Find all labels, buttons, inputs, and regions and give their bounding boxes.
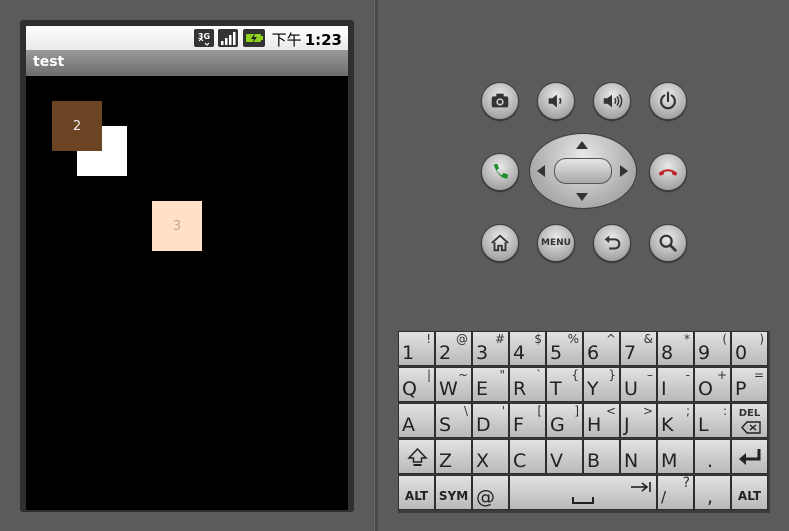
key-t[interactable]: T{ xyxy=(546,367,583,402)
back-icon xyxy=(604,235,621,250)
key-4[interactable]: 4 $ xyxy=(509,331,546,366)
enter-key[interactable] xyxy=(731,439,768,474)
key-5[interactable]: 5% xyxy=(546,331,583,366)
box-3[interactable]: 3 xyxy=(152,201,202,251)
key-8[interactable]: 8 * xyxy=(657,331,694,366)
home-icon xyxy=(491,234,509,252)
volume-up-icon xyxy=(603,94,623,108)
key-y[interactable]: Y} xyxy=(583,367,620,402)
key-z[interactable]: Z xyxy=(435,439,472,474)
panel-separator xyxy=(374,0,378,531)
camera-icon xyxy=(491,93,509,108)
space-icon xyxy=(572,497,594,504)
key-f[interactable]: F[ xyxy=(509,403,546,438)
3g-data-icon: 3G xyxy=(194,29,214,47)
call-button[interactable] xyxy=(481,153,519,191)
key-d[interactable]: D ' xyxy=(472,403,509,438)
tab-icon xyxy=(631,482,651,492)
key-v[interactable]: V xyxy=(546,439,583,474)
menu-label: MENU xyxy=(541,238,571,248)
dpad-left-icon[interactable] xyxy=(536,164,546,178)
key-b[interactable]: B xyxy=(583,439,620,474)
dpad-right-icon[interactable] xyxy=(619,164,629,178)
key-3[interactable]: 3 # xyxy=(472,331,509,366)
dpad-down-icon[interactable] xyxy=(575,192,589,202)
back-button[interactable] xyxy=(593,224,631,262)
key-6[interactable]: 6 ^ xyxy=(583,331,620,366)
key-u[interactable]: U – xyxy=(620,367,657,402)
power-icon xyxy=(660,91,676,110)
alt-key-right[interactable]: ALT xyxy=(731,475,768,510)
end-call-icon xyxy=(658,169,678,176)
app-title-bar: test xyxy=(26,50,348,76)
call-icon xyxy=(493,163,509,179)
dpad-up-icon[interactable] xyxy=(575,140,589,150)
space-key[interactable] xyxy=(509,475,657,510)
shift-key[interactable] xyxy=(398,439,435,474)
shift-icon xyxy=(407,447,428,466)
backspace-icon xyxy=(741,421,761,434)
status-bar: 3G 下午 1:23 xyxy=(26,26,348,50)
key-q[interactable]: Q | xyxy=(398,367,435,402)
key-x[interactable]: X xyxy=(472,439,509,474)
volume-down-icon xyxy=(548,94,562,108)
key-s[interactable]: S \ xyxy=(435,403,472,438)
key-9[interactable]: 9( xyxy=(694,331,731,366)
key-h[interactable]: H < xyxy=(583,403,620,438)
key-2[interactable]: 2 @ xyxy=(435,331,472,366)
camera-button[interactable] xyxy=(481,82,519,120)
key-l[interactable]: L: xyxy=(694,403,731,438)
search-button[interactable] xyxy=(649,224,687,262)
volume-up-button[interactable] xyxy=(593,82,631,120)
search-icon xyxy=(659,234,677,252)
alt-key-left[interactable]: ALT xyxy=(398,475,435,510)
menu-button[interactable]: MENU xyxy=(537,224,575,262)
key-k[interactable]: K; xyxy=(657,403,694,438)
key-w[interactable]: W ~ xyxy=(435,367,472,402)
key-at[interactable]: @ xyxy=(472,475,509,510)
hardware-keyboard: 1! 2 @ 3 # 4 $ 5% 6 ^ 7 & 8 * 9( 0) Q | W ~ E " R… xyxy=(398,331,770,513)
key-e[interactable]: E " xyxy=(472,367,509,402)
key-i[interactable]: I- xyxy=(657,367,694,402)
device-screen[interactable]: 3G 下午 1:23 test 2 3 xyxy=(26,26,348,510)
delete-label: DEL xyxy=(738,408,761,419)
key-c[interactable]: C xyxy=(509,439,546,474)
sym-key[interactable]: SYM xyxy=(435,475,472,510)
key-period[interactable]: . xyxy=(694,439,731,474)
battery-charging-icon xyxy=(243,29,265,47)
box-2[interactable]: 2 xyxy=(52,101,102,151)
key-o[interactable]: O + xyxy=(694,367,731,402)
key-question[interactable]: /? xyxy=(657,475,694,510)
status-clock: 下午 1:23 xyxy=(271,31,342,49)
key-7[interactable]: 7 & xyxy=(620,331,657,366)
key-n[interactable]: N xyxy=(620,439,657,474)
delete-key[interactable]: DEL xyxy=(731,403,768,438)
signal-strength-icon xyxy=(218,29,238,47)
key-1[interactable]: 1! xyxy=(398,331,435,366)
key-comma[interactable]: , xyxy=(694,475,731,510)
enter-icon xyxy=(739,449,761,465)
key-m[interactable]: M xyxy=(657,439,694,474)
end-call-button[interactable] xyxy=(649,153,687,191)
key-0[interactable]: 0) xyxy=(731,331,768,366)
power-button[interactable] xyxy=(649,82,687,120)
key-r[interactable]: R ` xyxy=(509,367,546,402)
key-a[interactable]: A xyxy=(398,403,435,438)
volume-down-button[interactable] xyxy=(537,82,575,120)
key-p[interactable]: P = xyxy=(731,367,768,402)
key-g[interactable]: G] xyxy=(546,403,583,438)
key-j[interactable]: J > xyxy=(620,403,657,438)
dpad-center-button[interactable] xyxy=(554,158,612,184)
home-button[interactable] xyxy=(481,224,519,262)
app-title: test xyxy=(33,54,65,70)
